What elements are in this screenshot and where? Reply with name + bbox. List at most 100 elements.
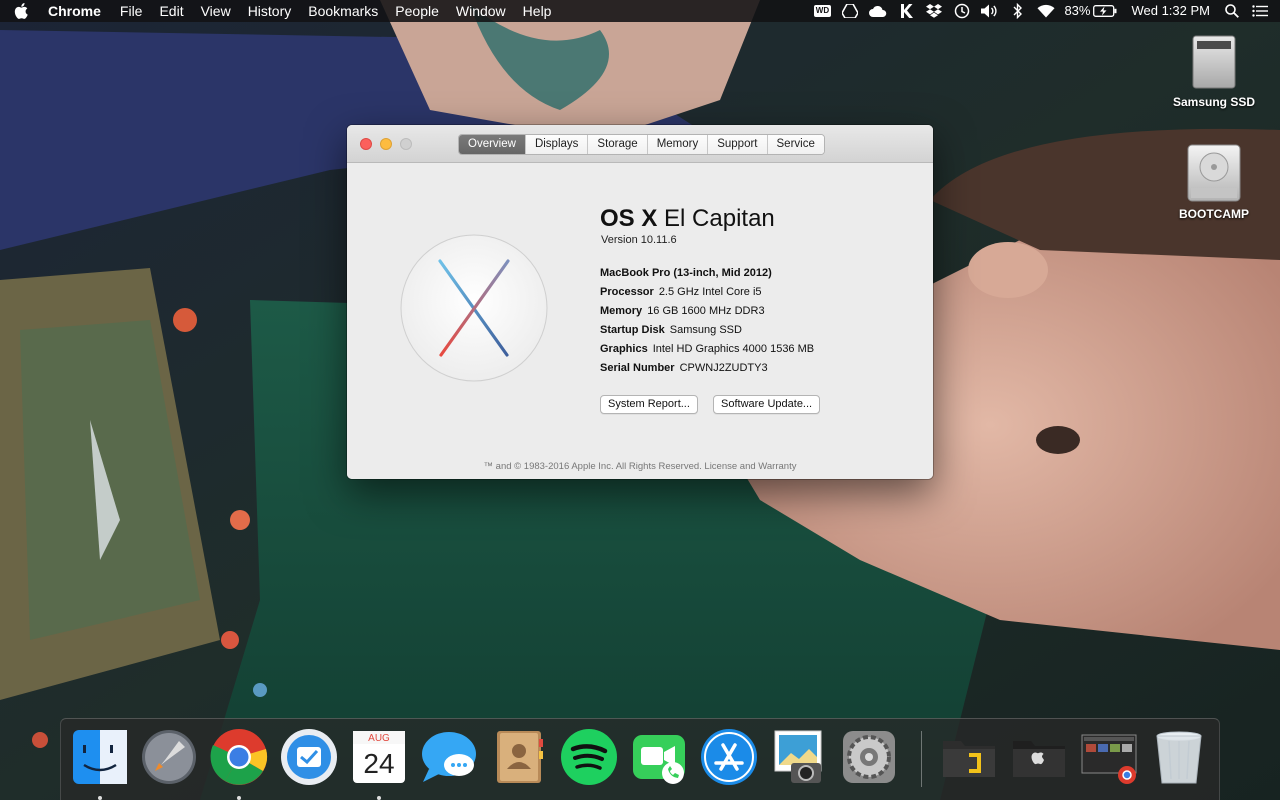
battery-charging-icon[interactable] xyxy=(1093,0,1117,22)
bluetooth-icon[interactable] xyxy=(1008,0,1028,22)
dock-item-contacts[interactable] xyxy=(489,727,549,787)
google-drive-icon[interactable] xyxy=(840,0,860,22)
about-this-mac-window: Overview Displays Storage Memory Support… xyxy=(347,125,933,479)
menu-edit[interactable]: Edit xyxy=(159,0,183,22)
tab-displays[interactable]: Displays xyxy=(525,135,589,154)
software-update-button[interactable]: Software Update... xyxy=(713,395,821,414)
volume-icon[interactable] xyxy=(980,0,1000,22)
wifi-icon[interactable] xyxy=(1036,0,1056,22)
zoom-window-button[interactable] xyxy=(400,138,412,150)
ssd-drive-icon xyxy=(1192,35,1236,89)
dock-item-chrome[interactable] xyxy=(209,727,269,787)
messages-icon xyxy=(422,732,476,782)
model-name: MacBook Pro (13-inch, Mid 2012) xyxy=(600,267,772,279)
spec-value: Intel HD Graphics 4000 1536 MB xyxy=(652,343,815,355)
overview-panel: OS X El Capitan Version 10.11.6 MacBook … xyxy=(347,164,933,479)
system-report-button[interactable]: System Report... xyxy=(600,395,698,414)
dock-item-app-store[interactable] xyxy=(699,727,759,787)
minimize-window-button[interactable] xyxy=(380,138,392,150)
tab-memory[interactable]: Memory xyxy=(647,135,709,154)
k-app-icon[interactable] xyxy=(896,0,916,22)
menubar-clock[interactable]: Wed 1:32 PM xyxy=(1131,0,1210,22)
menu-file[interactable]: File xyxy=(120,0,143,22)
dock-item-finder[interactable] xyxy=(70,727,130,787)
chrome-icon xyxy=(210,729,268,785)
copyright-footer: ™ and © 1983-2016 Apple Inc. All Rights … xyxy=(483,461,797,472)
dock-item-launchpad[interactable] xyxy=(139,727,199,787)
time-machine-icon[interactable] xyxy=(952,0,972,22)
spotlight-search-icon[interactable] xyxy=(1222,0,1242,22)
dock-item-preview[interactable] xyxy=(769,727,829,787)
os-x-logo-icon xyxy=(400,234,548,382)
spec-row-memory: Memory 16 GB 1600 MHz DDR3 xyxy=(600,302,920,321)
menu-people[interactable]: People xyxy=(395,0,439,22)
dock-item-messages[interactable] xyxy=(419,727,479,787)
dock-item-calendar[interactable]: AUG 24 xyxy=(349,727,409,787)
spec-value: 2.5 GHz Intel Core i5 xyxy=(658,286,762,298)
folder-icon xyxy=(1013,741,1065,777)
tab-support[interactable]: Support xyxy=(708,135,768,154)
close-window-button[interactable] xyxy=(360,138,372,150)
running-indicator xyxy=(377,796,381,800)
spec-row-processor: Processor 2.5 GHz Intel Core i5 xyxy=(600,283,920,302)
hard-drive-icon xyxy=(1187,144,1241,202)
facetime-icon xyxy=(633,735,685,784)
desktop-icon-label: Samsung SSD xyxy=(1172,95,1256,109)
finder-icon xyxy=(73,730,127,784)
cloud-icon[interactable] xyxy=(868,0,888,22)
os-name-release: El Capitan xyxy=(664,205,775,232)
tab-storage[interactable]: Storage xyxy=(588,135,648,154)
window-titlebar[interactable]: Overview Displays Storage Memory Support… xyxy=(347,125,933,163)
dock-item-apple-folder[interactable] xyxy=(1009,727,1069,787)
window-thumbnail-icon xyxy=(1081,734,1137,784)
spec-label: Memory xyxy=(600,305,643,317)
system-preferences-icon xyxy=(843,731,895,783)
apple-menu-icon[interactable] xyxy=(14,0,30,22)
spotify-icon xyxy=(561,729,617,785)
desktop-icon-label: BOOTCAMP xyxy=(1179,207,1249,221)
calendar-month: AUG xyxy=(368,733,390,744)
launchpad-icon xyxy=(142,730,196,784)
menu-view[interactable]: View xyxy=(201,0,231,22)
menu-bar: Chrome File Edit View History Bookmarks … xyxy=(0,0,1280,22)
running-indicator xyxy=(98,796,102,800)
spec-label: Serial Number xyxy=(600,362,675,374)
spec-value: 16 GB 1600 MHz DDR3 xyxy=(647,305,765,317)
running-indicator xyxy=(237,796,241,800)
wd-drive-icon[interactable]: WD xyxy=(812,0,832,22)
menu-bookmarks[interactable]: Bookmarks xyxy=(308,0,378,22)
wd-drive-label: WD xyxy=(813,5,832,17)
dock-item-system-preferences[interactable] xyxy=(839,727,899,787)
dropbox-icon[interactable] xyxy=(924,0,944,22)
preview-icon xyxy=(774,730,822,783)
dock-item-chrome-window[interactable] xyxy=(1079,727,1139,787)
os-version-text: Version 10.11.6 xyxy=(601,234,677,246)
desktop-icon-samsung-ssd[interactable]: Samsung SSD xyxy=(1159,33,1269,109)
notification-center-icon[interactable] xyxy=(1250,0,1270,22)
dock-item-applications-folder[interactable] xyxy=(939,727,999,787)
dock-item-trash[interactable] xyxy=(1149,727,1209,787)
tab-service[interactable]: Service xyxy=(767,135,824,154)
app-store-icon xyxy=(701,729,757,785)
trash-icon xyxy=(1156,731,1202,784)
spec-row-startup-disk: Startup Disk Samsung SSD xyxy=(600,321,920,340)
calendar-icon: AUG 24 xyxy=(353,731,405,783)
menu-history[interactable]: History xyxy=(248,0,292,22)
dock: AUG 24 xyxy=(60,718,1220,800)
spec-row-graphics: Graphics Intel HD Graphics 4000 1536 MB xyxy=(600,340,920,359)
spec-label: Startup Disk xyxy=(600,324,665,336)
dock-separator xyxy=(921,731,922,787)
tab-overview[interactable]: Overview xyxy=(459,135,526,154)
menu-app-name[interactable]: Chrome xyxy=(48,0,101,22)
folder-icon xyxy=(943,741,995,777)
os-name-prefix: OS X xyxy=(600,205,658,232)
dock-item-facetime[interactable] xyxy=(629,727,689,787)
battery-percent[interactable]: 83% xyxy=(1064,0,1090,22)
desktop-icon-bootcamp[interactable]: BOOTCAMP xyxy=(1159,143,1269,221)
dock-item-spotify[interactable] xyxy=(559,727,619,787)
spec-value: Samsung SSD xyxy=(669,324,742,336)
menu-help[interactable]: Help xyxy=(523,0,552,22)
dock-item-wunderlist[interactable] xyxy=(279,727,339,787)
contacts-icon xyxy=(497,731,543,783)
menu-window[interactable]: Window xyxy=(456,0,506,22)
